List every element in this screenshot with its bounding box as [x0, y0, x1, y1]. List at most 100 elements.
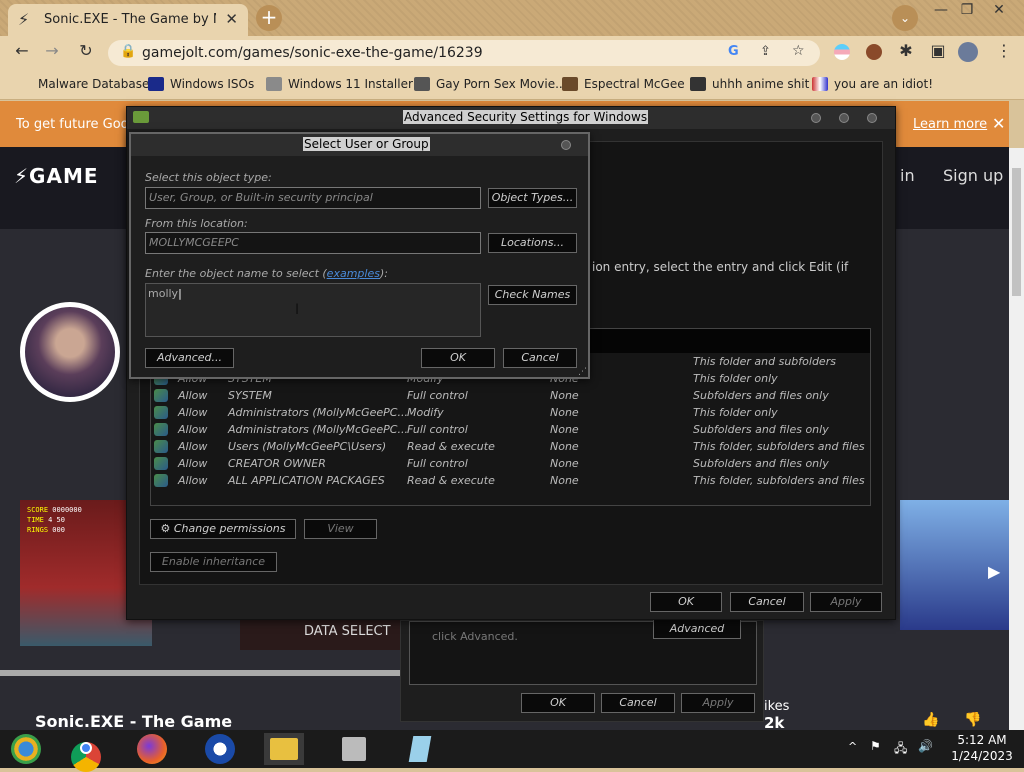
- cell-inherited: None: [550, 389, 579, 402]
- start-button[interactable]: [6, 733, 46, 765]
- cell-principal: CREATOR OWNER: [228, 457, 326, 470]
- tab-search-button[interactable]: ⌄: [892, 5, 918, 31]
- view-button[interactable]: View: [304, 519, 377, 539]
- side-panel-icon[interactable]: ▣: [926, 41, 950, 60]
- page-scrollbar[interactable]: [1009, 148, 1024, 730]
- table-row[interactable]: Allow Users (MollyMcGeePC\Users) Read & ex…: [154, 439, 868, 456]
- extension-avatar-icon[interactable]: [866, 44, 882, 60]
- flag-icon: [812, 77, 828, 91]
- permissions-apply-button[interactable]: Apply: [681, 693, 755, 713]
- cell-type: Allow: [178, 406, 208, 419]
- bookmark-espectral-mcgee[interactable]: Espectral McGee: [562, 77, 685, 91]
- bookmark-malware-database[interactable]: Malware Database: [16, 77, 149, 91]
- extensions-puzzle-icon[interactable]: ✱: [894, 41, 918, 60]
- firefox-taskbar-icon[interactable]: [132, 733, 172, 765]
- close-dot-icon[interactable]: [867, 113, 877, 123]
- select-user-titlebar[interactable]: Select User or Group: [131, 134, 588, 156]
- reload-icon[interactable]: ↻: [74, 41, 98, 60]
- system-clock[interactable]: 5:12 AM 1/24/2023: [940, 732, 1024, 764]
- adv-ok-button[interactable]: OK: [650, 592, 722, 612]
- image-icon: [266, 77, 282, 91]
- advanced-security-titlebar[interactable]: Advanced Security Settings for Windows: [127, 107, 895, 129]
- minimize-button[interactable]: —: [928, 2, 954, 18]
- lock-icon: 🔒: [120, 44, 137, 59]
- permissions-advanced-button[interactable]: Advanced: [653, 619, 741, 639]
- minimize-dot-icon[interactable]: [811, 113, 821, 123]
- back-icon[interactable]: ←: [10, 41, 34, 60]
- menu-kebab-icon[interactable]: ⋮: [992, 41, 1016, 60]
- object-name-input[interactable]: molly|: [145, 283, 481, 337]
- table-row[interactable]: Allow Administrators (MollyMcGeePC... Full…: [154, 422, 868, 439]
- learn-more-link[interactable]: Learn more: [913, 117, 987, 132]
- permissions-cancel-button[interactable]: Cancel: [601, 693, 675, 713]
- cancel-button[interactable]: Cancel: [503, 348, 577, 368]
- developer-avatar[interactable]: [20, 302, 120, 402]
- site-icon: [414, 77, 430, 91]
- archive-taskbar-icon[interactable]: [334, 733, 374, 765]
- scrollbar-thumb[interactable]: [1012, 168, 1021, 296]
- permissions-ok-button[interactable]: OK: [521, 693, 595, 713]
- change-permissions-button[interactable]: ⚙ Change permissions: [150, 519, 296, 539]
- sign-up-link[interactable]: Sign up: [943, 166, 1003, 185]
- enable-inheritance-button[interactable]: Enable inheritance: [150, 552, 277, 572]
- locations-button[interactable]: Locations...: [488, 233, 577, 253]
- show-hidden-icons[interactable]: ^: [848, 740, 857, 753]
- url-text: gamejolt.com/games/sonic-exe-the-game/16…: [142, 45, 483, 61]
- browser-tab[interactable]: ⚡ Sonic.EXE - The Game by MY5TCrim ✕: [8, 4, 248, 36]
- bookmark-windows-isos[interactable]: Windows ISOs: [148, 77, 254, 91]
- forward-icon[interactable]: →: [40, 41, 64, 60]
- google-icon[interactable]: G: [728, 44, 739, 59]
- examples-link[interactable]: examples: [327, 267, 380, 280]
- bookmark-star-icon[interactable]: ☆: [792, 43, 805, 59]
- table-row[interactable]: Allow SYSTEM Full control None Subfolders an…: [154, 388, 868, 405]
- cell-inherited: None: [550, 406, 579, 419]
- chrome-taskbar-icon[interactable]: [66, 733, 106, 772]
- flag-tray-icon[interactable]: ⚑: [870, 739, 881, 753]
- table-row[interactable]: Allow ALL APPLICATION PACKAGES Read & exec…: [154, 473, 868, 490]
- network-icon[interactable]: 🖧: [894, 739, 907, 760]
- notepad-taskbar-icon[interactable]: [400, 733, 440, 765]
- location-field: MOLLYMCGEEPC: [145, 232, 481, 254]
- ok-button[interactable]: OK: [421, 348, 495, 368]
- sign-in-link[interactable]: in: [900, 166, 915, 185]
- next-arrow-icon[interactable]: ▶: [988, 562, 1000, 581]
- bookmark-windows-11-installer[interactable]: Windows 11 Installer: [266, 77, 413, 91]
- screenshot-thumbnail-data-select[interactable]: DATA SELECT: [240, 620, 400, 650]
- table-row[interactable]: Allow Administrators (MollyMcGeePC... Modi…: [154, 405, 868, 422]
- adv-apply-button[interactable]: Apply: [810, 592, 882, 612]
- bookmark-anime[interactable]: uhhh anime shit: [690, 77, 809, 91]
- tab-title: Sonic.EXE - The Game by MY5TCrim: [44, 12, 216, 27]
- close-dot-icon[interactable]: [561, 140, 571, 150]
- bookmark-you-are-an-idiot[interactable]: you are an idiot!: [812, 77, 933, 91]
- check-names-button[interactable]: Check Names: [488, 285, 577, 305]
- close-window-button[interactable]: ✕: [986, 2, 1012, 18]
- cell-applies: Subfolders and files only: [693, 423, 829, 436]
- cell-principal: SYSTEM: [228, 389, 272, 402]
- restore-button[interactable]: ❐: [954, 2, 980, 18]
- resize-grip-icon[interactable]: ⋰: [578, 367, 587, 377]
- close-tab-icon[interactable]: ✕: [225, 10, 238, 28]
- dislike-icon[interactable]: 👎: [964, 712, 981, 728]
- bolt-icon: ⚡: [14, 164, 30, 188]
- table-row[interactable]: Allow CREATOR OWNER Full control None Subfol…: [154, 456, 868, 473]
- adv-cancel-button[interactable]: Cancel: [730, 592, 804, 612]
- profile-icon[interactable]: [958, 42, 978, 62]
- screenshot-thumbnail-sonic[interactable]: ▶: [900, 500, 1009, 630]
- gamejolt-logo[interactable]: ⚡GAME: [14, 164, 99, 188]
- object-types-button[interactable]: Object Types...: [488, 188, 577, 208]
- extension-flag-icon[interactable]: [834, 44, 850, 60]
- like-icon[interactable]: 👍: [922, 712, 939, 728]
- maximize-dot-icon[interactable]: [839, 113, 849, 123]
- share-icon[interactable]: ⇪: [760, 44, 771, 59]
- close-notice-icon[interactable]: ✕: [992, 114, 1005, 133]
- app-taskbar-icon[interactable]: [200, 733, 240, 765]
- cell-type: Allow: [178, 474, 208, 487]
- cell-applies: Subfolders and files only: [693, 389, 829, 402]
- address-bar[interactable]: 🔒 gamejolt.com/games/sonic-exe-the-game/…: [108, 40, 820, 66]
- advanced-button[interactable]: Advanced...: [145, 348, 234, 368]
- new-tab-button[interactable]: +: [256, 5, 282, 31]
- carousel-scroll-strip[interactable]: [0, 670, 400, 676]
- bookmark-4[interactable]: Gay Porn Sex Movie...: [414, 77, 567, 91]
- volume-icon[interactable]: 🔊: [918, 739, 933, 753]
- file-explorer-taskbar-icon[interactable]: [264, 733, 304, 765]
